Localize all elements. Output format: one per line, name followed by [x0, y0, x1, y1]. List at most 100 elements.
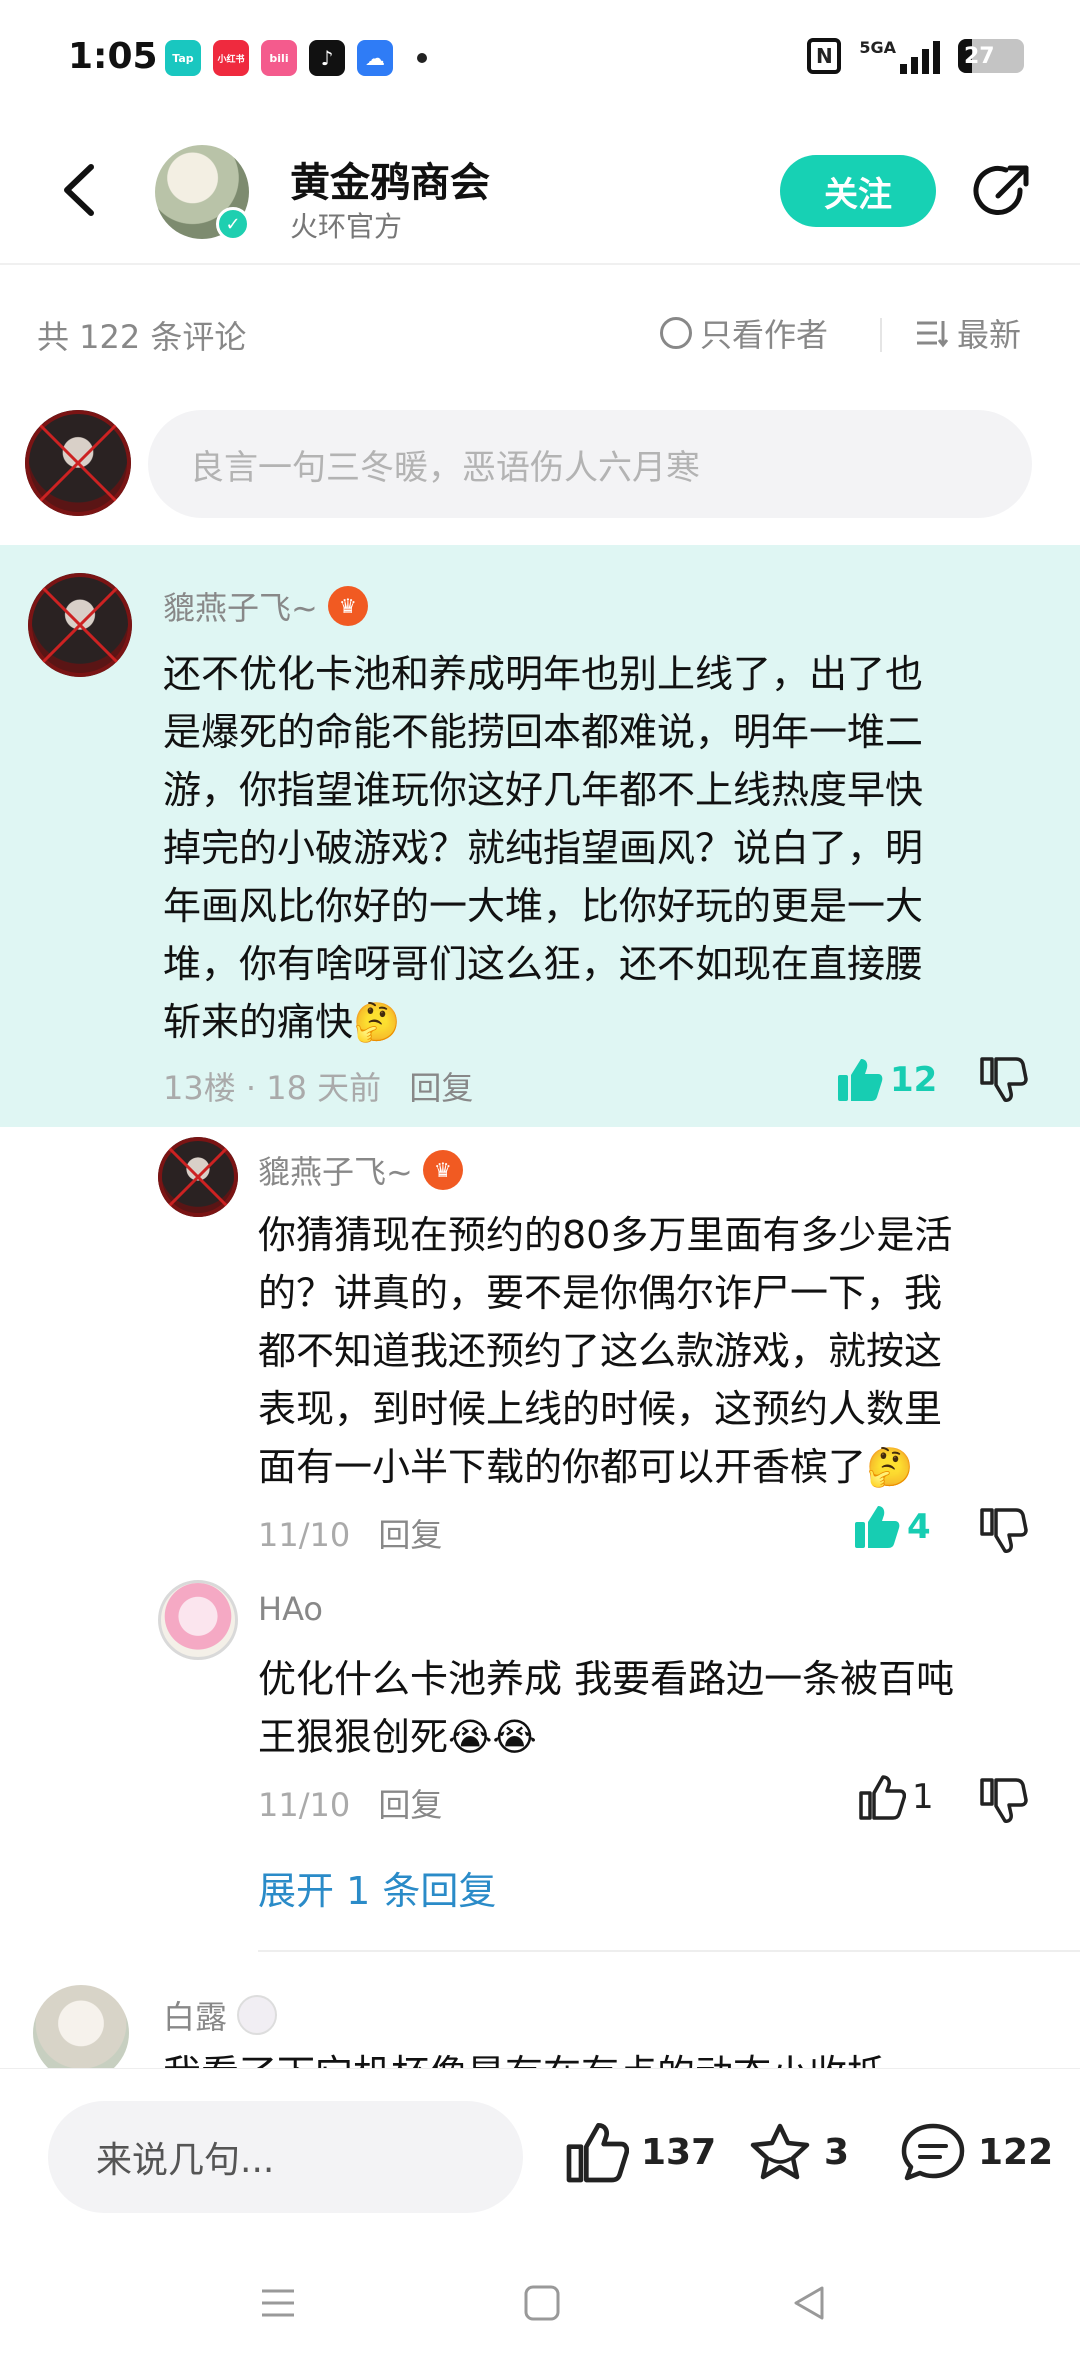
taptap-app-icon: Tap: [165, 40, 201, 76]
comment-line: 斩来的痛快🤔: [163, 1000, 401, 1044]
bilibili-app-icon: bili: [261, 40, 297, 76]
replier-name-row[interactable]: HAo: [258, 1590, 323, 1628]
radio-icon: [660, 317, 692, 349]
comment-count: 共 122 条评论: [37, 318, 247, 356]
thumbs-up-filled-icon: [838, 1059, 883, 1101]
reply-body: 优化什么卡池养成 我要看路边一条被百吨 王狠狠创死😭😭: [258, 1650, 1048, 1766]
reply-line: 优化什么卡池养成 我要看路边一条被百吨: [258, 1657, 955, 1701]
comment-body: 还不优化卡池和养成明年也别上线了，出了也 是爆死的命能不能捞回本都难说，明年一堆…: [163, 645, 1043, 1051]
replier-name-row[interactable]: 貔燕子飞~ ♛: [258, 1147, 463, 1193]
status-bar: 1:05 Tap 小红书 bili ♪ ☁ N 5GA 27: [0, 0, 1080, 115]
reply-button[interactable]: 回复: [378, 1786, 442, 1824]
like-count: 12: [890, 1060, 938, 1100]
replier-name: 貔燕子飞~: [258, 1153, 413, 1191]
home-icon[interactable]: [523, 2284, 561, 2322]
nfc-icon: N: [807, 38, 842, 74]
baidu-netdisk-app-icon: ☁: [357, 40, 393, 76]
share-icon[interactable]: [970, 160, 1034, 224]
like-post-button[interactable]: 137: [565, 2121, 716, 2183]
tiktok-app-icon: ♪: [309, 40, 345, 76]
menu-icon[interactable]: [258, 2285, 298, 2321]
comment-item: 貔燕子飞~ ♛ 还不优化卡池和养成明年也别上线了，出了也 是爆死的命能不能捞回本…: [0, 545, 1080, 1127]
commenter-name: 貔燕子飞~: [163, 589, 318, 627]
divider: [258, 1950, 1080, 1952]
favorite-button[interactable]: 3: [748, 2121, 849, 2183]
comment-bubble-icon: [901, 2123, 965, 2181]
reply-button[interactable]: 回复: [378, 1516, 442, 1554]
level-badge-icon: ♛: [327, 586, 368, 626]
like-count: 4: [907, 1507, 931, 1547]
comment-line: 是爆死的命能不能捞回本都难说，明年一堆二: [163, 710, 924, 754]
status-time: 1:05: [68, 36, 158, 77]
replier-name: HAo: [258, 1590, 323, 1628]
expand-replies-link[interactable]: 展开 1 条回复: [258, 1860, 496, 1915]
comment-meta: 13楼 · 18 天前 回复: [163, 1063, 473, 1109]
xiaohongshu-app-icon: 小红书: [213, 40, 249, 76]
comment-line: 游，你指望谁玩你这好几年都不上线热度早快: [163, 768, 924, 812]
reply-line: 都不知道我还预约了这么款游戏，就按这: [258, 1329, 943, 1373]
like-button[interactable]: 4: [853, 1504, 931, 1550]
sort-label: 最新: [957, 316, 1022, 354]
status-indicators: N 5GA 27: [807, 38, 1024, 74]
comment-line: 掉完的小破游戏？就纯指望画风？说白了，明: [163, 826, 924, 870]
comment-count-total: 122: [978, 2131, 1054, 2173]
post-like-count: 137: [641, 2131, 717, 2173]
like-button[interactable]: 1: [858, 1774, 934, 1820]
like-button[interactable]: 12: [836, 1057, 937, 1103]
reply-line: 你猜猜现在预约的80多万里面有多少是活: [258, 1213, 953, 1257]
thumbs-up-icon: [566, 2123, 629, 2183]
more-notifications-dot: [417, 53, 427, 63]
quick-comment-input[interactable]: 来说几句...: [48, 2101, 523, 2213]
replier-avatar[interactable]: [158, 1580, 238, 1660]
reply-button[interactable]: 回复: [409, 1069, 473, 1107]
commenter-name-row[interactable]: 貔燕子飞~ ♛: [163, 583, 368, 629]
thumbs-up-icon: [859, 1775, 906, 1820]
publisher-subtitle: 火环官方: [290, 210, 403, 243]
comment-line: 还不优化卡池和养成明年也别上线了，出了也: [163, 652, 924, 696]
thumbs-down-icon[interactable]: [978, 1776, 1028, 1824]
verified-badge-icon: ✓: [216, 207, 250, 241]
network-type: 5GA: [859, 38, 896, 57]
reply-date: 11/10: [258, 1516, 351, 1554]
back-arrow-icon[interactable]: [55, 155, 105, 225]
star-icon: [750, 2123, 810, 2180]
signal-icon: 5GA: [859, 38, 940, 74]
reply-line: 表现，到时候上线的时候，这预约人数里: [258, 1387, 943, 1431]
commenter-avatar[interactable]: [28, 573, 132, 677]
commenter-avatar[interactable]: [33, 1985, 129, 2081]
author-only-label: 只看作者: [700, 316, 829, 354]
level-badge-icon: ♛: [422, 1150, 463, 1190]
reply-date: 11/10: [258, 1786, 351, 1824]
sort-icon: [917, 321, 949, 348]
divider: [880, 318, 882, 352]
reply-line: 面有一小半下载的你都可以开香槟了🤔: [258, 1445, 914, 1489]
replier-avatar[interactable]: [158, 1137, 238, 1217]
reply-line: 王狠狠创死😭😭: [258, 1715, 537, 1759]
commenter-name-row[interactable]: 白露: [163, 1992, 278, 2038]
sort-button[interactable]: 最新: [915, 310, 1021, 356]
comment-floor-time: 13楼 · 18 天前: [163, 1069, 382, 1107]
commenter-name: 白露: [163, 1998, 228, 2036]
comment-line: 年画风比你好的一大堆，比你好玩的更是一大: [163, 884, 924, 928]
system-navigation-bar: [0, 2240, 1080, 2376]
reply-meta: 11/10 回复: [258, 1510, 442, 1556]
follow-button[interactable]: 关注: [780, 155, 936, 227]
comment-filter-bar: 共 122 条评论 只看作者 最新: [0, 290, 1080, 380]
my-avatar[interactable]: [25, 410, 131, 516]
battery-level: 27: [964, 43, 995, 69]
thumbs-down-icon[interactable]: [978, 1506, 1028, 1554]
comment-input[interactable]: 良言一句三冬暖，恶语伤人六月寒: [148, 410, 1032, 518]
reply-body: 你猜猜现在预约的80多万里面有多少是活 的？讲真的，要不是你偶尔诈尸一下，我 都…: [258, 1206, 1048, 1496]
notification-app-icons: Tap 小红书 bili ♪ ☁: [165, 40, 427, 76]
bottom-action-bar: 来说几句... 137 3 122: [0, 2068, 1080, 2238]
back-triangle-icon[interactable]: [790, 2284, 826, 2322]
comment-line: 堆，你有啥呀哥们这么狂，还不如现在直接腰: [163, 942, 924, 986]
battery-icon: 27: [958, 39, 1024, 73]
favorite-count: 3: [824, 2131, 850, 2173]
comments-button[interactable]: 122: [900, 2121, 1053, 2183]
author-only-toggle[interactable]: 只看作者: [660, 310, 828, 356]
publisher-name[interactable]: 黄金鸦商会: [290, 150, 490, 208]
reply-meta: 11/10 回复: [258, 1780, 442, 1826]
thumbs-up-filled-icon: [855, 1506, 900, 1548]
thumbs-down-icon[interactable]: [978, 1055, 1028, 1103]
